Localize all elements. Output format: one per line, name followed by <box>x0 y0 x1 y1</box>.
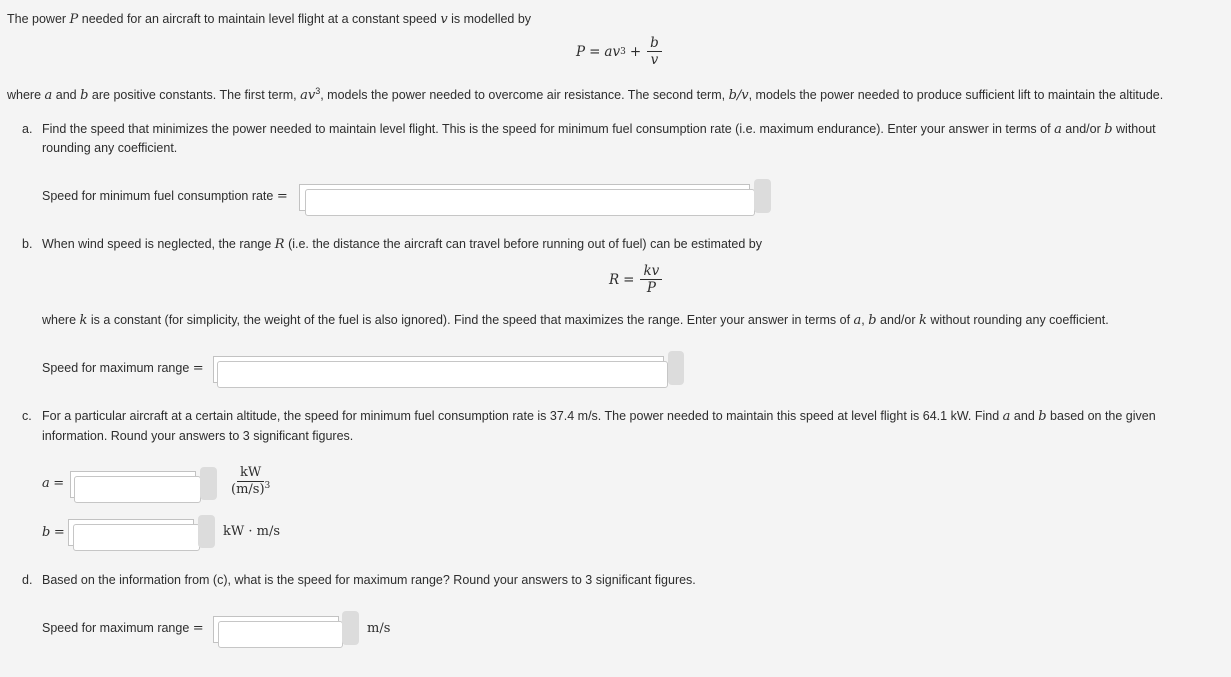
text: where <box>42 313 80 327</box>
equals-sign: = <box>192 361 204 376</box>
text: For a particular aircraft at a certain a… <box>42 409 1003 423</box>
label-text: Speed for maximum range <box>42 361 190 375</box>
var-a: a <box>1054 122 1062 137</box>
var-P: P <box>69 12 79 27</box>
speed-unit: m/s <box>367 621 391 636</box>
formula-term1: av <box>604 43 621 60</box>
text: When wind speed is neglected, the range <box>42 237 275 251</box>
formula-fraction: b v <box>647 36 662 67</box>
part-a-marker: a. <box>22 122 33 136</box>
text: and/or <box>1061 122 1105 136</box>
unit-denominator: (m/s)3 <box>228 482 273 497</box>
part-b-answer-label: Speed for maximum range = <box>42 361 204 376</box>
intro-line-1: The power P needed for an aircraft to ma… <box>7 12 531 27</box>
equals-sign: = <box>53 476 65 491</box>
text: (i.e. the distance the aircraft can trav… <box>284 237 762 251</box>
var-k: k <box>918 313 927 328</box>
part-c-b-label: b = <box>42 525 65 540</box>
fraction-numerator: kv <box>640 264 663 280</box>
power-formula: P = av 3 + b v <box>576 36 664 67</box>
var-R: R <box>274 237 285 252</box>
formula-lhs: R <box>609 271 620 288</box>
equals-sign: = <box>276 189 288 204</box>
text: and/or <box>876 313 919 327</box>
text: without <box>1112 122 1156 136</box>
var-b: b <box>1104 122 1113 137</box>
var-b: b <box>1038 409 1047 424</box>
term-b-over-v: b/v <box>728 88 749 103</box>
formula-fraction: kv P <box>640 264 663 296</box>
equals-sign: = <box>192 621 204 636</box>
answer-status-indicator <box>754 179 771 213</box>
label-text: Speed for maximum range <box>42 621 190 635</box>
speed-min-fuel-input[interactable] <box>305 189 755 216</box>
b-unit: kW · m/s <box>223 524 281 539</box>
answer-status-indicator <box>198 515 215 548</box>
part-d-answer-label: Speed for maximum range = <box>42 621 204 636</box>
text: based on the given <box>1046 409 1156 423</box>
unit-numerator: kW <box>237 466 265 482</box>
part-b-text-line-2: where k is a constant (for simplicity, t… <box>42 313 1109 328</box>
text: is a constant (for simplicity, the weigh… <box>87 313 854 327</box>
part-c-marker: c. <box>22 409 32 423</box>
text: , models the power needed to overcome ai… <box>320 88 729 102</box>
var-v: v <box>440 12 448 27</box>
term-av3: av <box>300 88 316 103</box>
answer-status-indicator <box>200 467 217 500</box>
fraction-denominator: P <box>646 280 656 296</box>
text: and <box>52 88 81 102</box>
unit-fraction: kW (m/s)3 <box>228 466 273 497</box>
label-text: Speed for minimum fuel consumption rate <box>42 189 274 203</box>
fraction-numerator: b <box>647 36 662 52</box>
text: Find the speed that minimizes the power … <box>42 122 1055 136</box>
part-d-text: Based on the information from (c), what … <box>42 573 696 587</box>
text: are positive constants. The first term, <box>88 88 301 102</box>
var-a: a <box>42 476 50 491</box>
answer-status-indicator <box>668 351 684 385</box>
unit-exponent: 3 <box>264 481 271 491</box>
var-b: b <box>868 313 877 328</box>
text: The power <box>7 12 70 26</box>
a-unit: kW (m/s)3 <box>226 466 275 497</box>
a-value-input[interactable] <box>74 476 201 503</box>
formula-lhs: P <box>576 43 586 60</box>
range-formula: R = kv P <box>609 264 664 295</box>
part-d-marker: d. <box>22 573 33 587</box>
part-b-text-line-1: When wind speed is neglected, the range … <box>42 237 762 252</box>
text: without rounding any coefficient. <box>926 313 1109 327</box>
unit-den-text: (m/s) <box>231 482 265 497</box>
formula-plus: + <box>629 43 642 60</box>
text: is modelled by <box>447 12 532 26</box>
part-c-text-line-2: information. Round your answers to 3 sig… <box>42 429 354 443</box>
part-b-marker: b. <box>22 237 33 251</box>
part-a-text-line-2: rounding any coefficient. <box>42 141 178 155</box>
text: and <box>1010 409 1039 423</box>
text: where <box>7 88 45 102</box>
part-c-text-line-1: For a particular aircraft at a certain a… <box>42 409 1156 424</box>
b-value-input[interactable] <box>73 524 200 551</box>
part-c-a-label: a = <box>42 476 64 491</box>
formula-equals: = <box>589 43 601 60</box>
speed-max-range-numeric-input[interactable] <box>218 621 343 648</box>
formula-equals: = <box>623 271 635 288</box>
part-a-answer-label: Speed for minimum fuel consumption rate … <box>42 189 288 204</box>
var-b: b <box>42 525 51 540</box>
intro-line-2: where a and b are positive constants. Th… <box>7 87 1164 104</box>
part-a-text-line-1: Find the speed that minimizes the power … <box>42 122 1156 137</box>
fraction-denominator: v <box>650 52 659 68</box>
equals-sign: = <box>53 525 65 540</box>
text: needed for an aircraft to maintain level… <box>78 12 441 26</box>
answer-status-indicator <box>342 611 359 645</box>
speed-max-range-input[interactable] <box>217 361 668 388</box>
text: , models the power needed to produce suf… <box>748 88 1164 102</box>
